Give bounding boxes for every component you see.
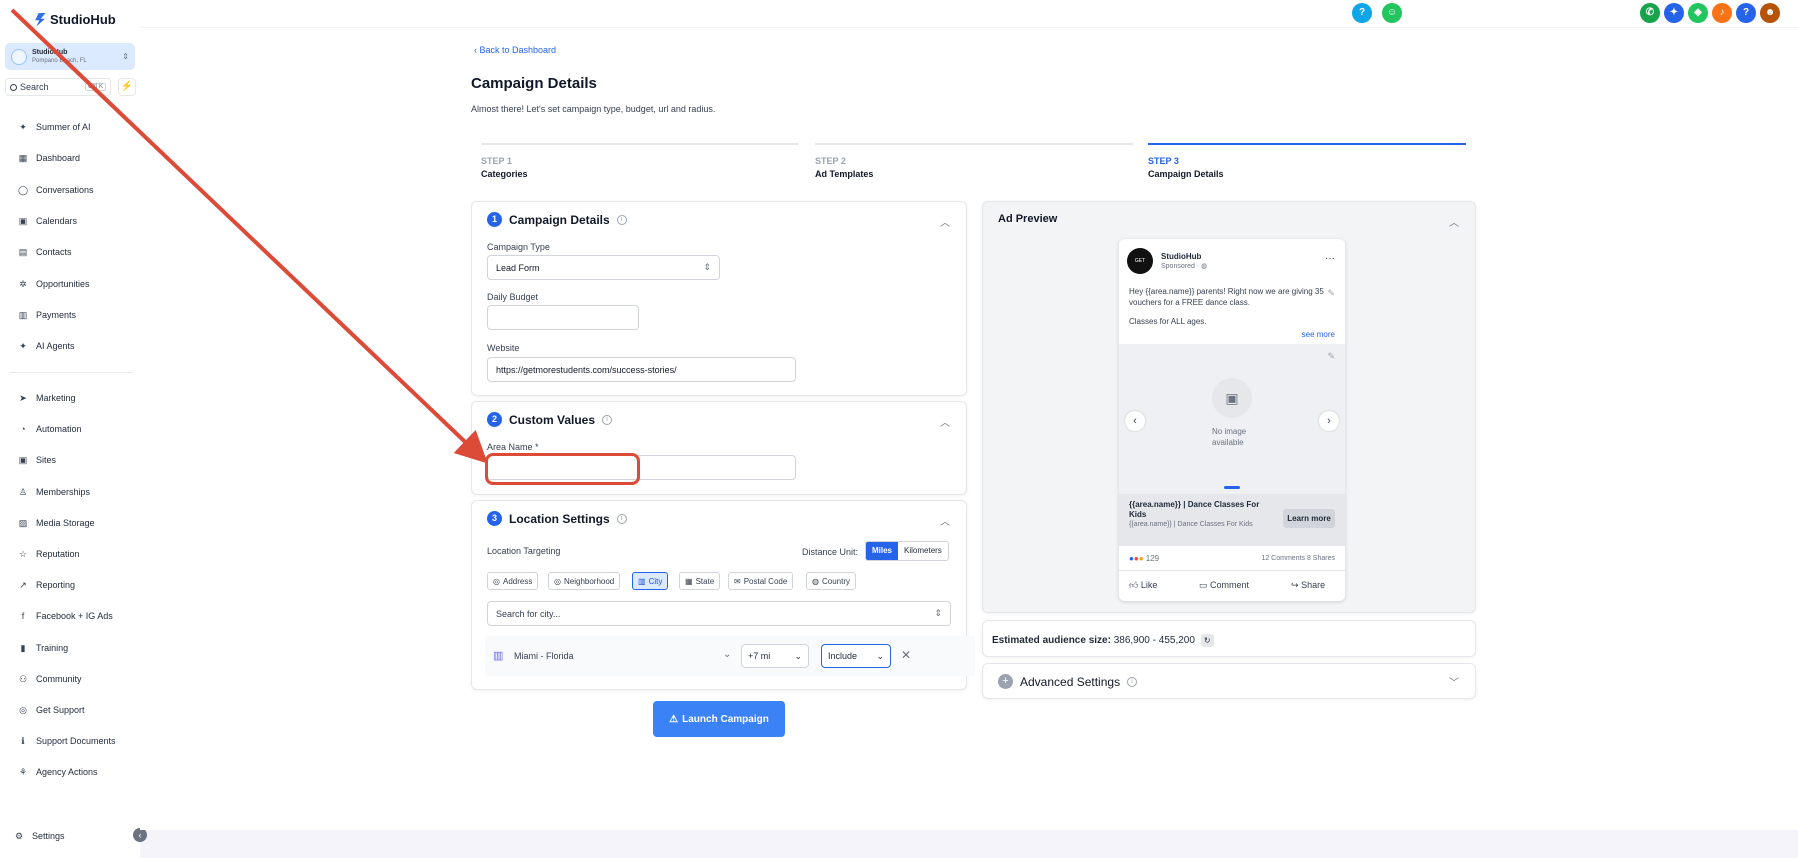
annotation-arrow xyxy=(10,8,488,464)
annotation-overlay xyxy=(10,8,488,464)
annotation-highlight-box xyxy=(485,453,640,485)
